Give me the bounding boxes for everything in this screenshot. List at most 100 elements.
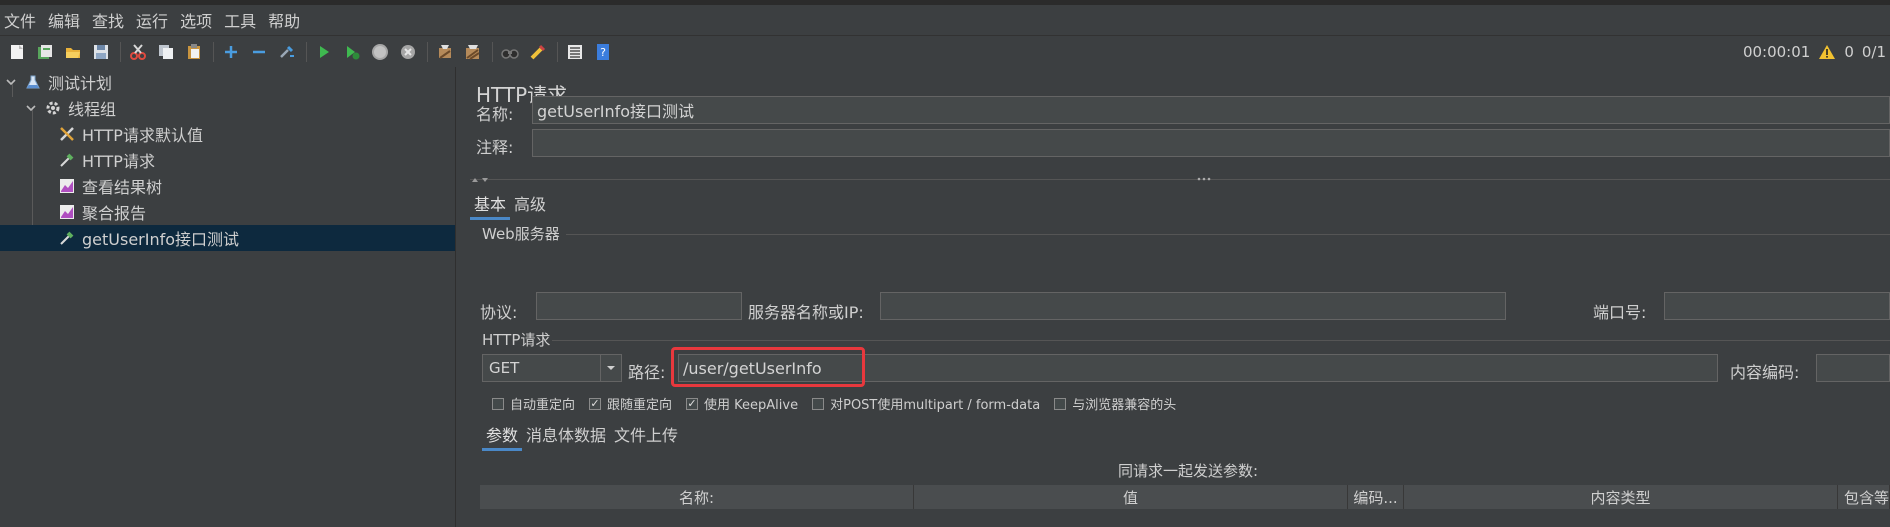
column-content-type[interactable]: 内容类型 xyxy=(1404,485,1838,509)
tree-node-aggregate-report[interactable]: 聚合报告 xyxy=(0,199,513,225)
menu-run[interactable]: 运行 xyxy=(130,8,174,32)
method-select[interactable]: GET xyxy=(482,354,622,382)
open-icon[interactable] xyxy=(62,41,84,63)
expand-icon[interactable] xyxy=(220,41,242,63)
clear-icon[interactable] xyxy=(434,41,456,63)
templates-icon[interactable] xyxy=(34,41,56,63)
menu-options[interactable]: 选项 xyxy=(174,8,218,32)
column-encode[interactable]: 编码... xyxy=(1348,485,1404,509)
port-label: 端口号: xyxy=(1593,303,1647,322)
encoding-label: 内容编码: xyxy=(1730,363,1800,382)
chevron-down-icon[interactable] xyxy=(4,75,18,89)
warning-count: 0 xyxy=(1844,42,1854,61)
warning-icon[interactable] xyxy=(1818,44,1836,60)
http-request-panel: HTTP请求 名称: getUserInfo接口测试 注释: 基本 高级 Web… xyxy=(466,67,1890,527)
listener-graph-icon xyxy=(58,203,76,221)
menu-bar: 文件 编辑 查找 运行 选项 工具 帮助 xyxy=(0,5,1890,35)
option-keepalive[interactable]: ✓ 使用 KeepAlive xyxy=(686,394,798,413)
menu-file[interactable]: 文件 xyxy=(0,8,42,32)
new-icon[interactable] xyxy=(6,41,28,63)
tree-node-label: 聚合报告 xyxy=(82,204,147,223)
tab-parameters[interactable]: 参数 xyxy=(482,420,523,451)
cut-icon[interactable] xyxy=(127,41,149,63)
tree-node-thread-group[interactable]: 线程组 xyxy=(0,95,479,121)
tree-node-view-results-tree[interactable]: 查看结果树 xyxy=(0,173,513,199)
checkbox-unchecked[interactable] xyxy=(492,397,504,410)
shutdown-icon[interactable] xyxy=(397,41,419,63)
collapse-icon[interactable] xyxy=(248,41,270,63)
chevron-down-icon[interactable] xyxy=(24,101,38,115)
body-tabs: 参数 消息体数据 文件上传 xyxy=(482,420,682,451)
drag-handle-icon[interactable] xyxy=(1196,176,1212,182)
server-input[interactable] xyxy=(880,292,1506,320)
params-caption: 同请求一起发送参数: xyxy=(1118,462,1259,480)
protocol-label: 协议: xyxy=(480,303,518,322)
name-field-value: getUserInfo接口测试 xyxy=(537,102,695,121)
copy-icon[interactable] xyxy=(155,41,177,63)
sampler-pipette-icon xyxy=(58,151,76,169)
tree-node-label: HTTP请求 xyxy=(82,152,155,171)
search-icon[interactable] xyxy=(499,41,521,63)
start-no-pause-icon[interactable] xyxy=(341,41,363,63)
checkbox-checked[interactable]: ✓ xyxy=(686,397,699,410)
test-plan-icon xyxy=(24,73,42,91)
menu-help[interactable]: 帮助 xyxy=(262,8,306,32)
status-area: 00:00:01 0 0/1 xyxy=(1743,36,1886,67)
tree-node-test-plan[interactable]: 测试计划 xyxy=(0,69,459,95)
protocol-input[interactable] xyxy=(536,292,742,320)
reset-search-icon[interactable] xyxy=(527,41,549,63)
tree-node-http-request[interactable]: HTTP请求 xyxy=(0,147,513,173)
stop-icon[interactable] xyxy=(369,41,391,63)
option-auto-redirect[interactable]: 自动重定向 xyxy=(492,394,575,413)
toolbar-separator xyxy=(213,41,214,62)
comment-label: 注释: xyxy=(476,138,514,157)
checkbox-unchecked[interactable] xyxy=(812,397,825,410)
thread-group-icon xyxy=(44,99,62,117)
port-input[interactable] xyxy=(1664,292,1890,320)
column-name[interactable]: 名称: xyxy=(480,485,914,509)
config-tools-icon xyxy=(58,125,76,143)
menu-edit[interactable]: 编辑 xyxy=(42,8,86,32)
tab-basic[interactable]: 基本 xyxy=(470,189,511,220)
tab-body-data[interactable]: 消息体数据 xyxy=(522,420,610,451)
toolbar: ? 00:00:01 0 0/1 xyxy=(0,35,1890,68)
option-multipart[interactable]: 对POST使用multipart / form-data xyxy=(812,394,1040,413)
request-options: 自动重定向 ✓ 跟随重定向 ✓ 使用 KeepAlive 对POST使用multip… xyxy=(492,394,1190,413)
toggle-icon[interactable] xyxy=(276,41,298,63)
encoding-input[interactable] xyxy=(1816,354,1890,382)
option-label: 自动重定向 xyxy=(510,398,576,413)
clear-all-icon[interactable] xyxy=(462,41,484,63)
menu-tools[interactable]: 工具 xyxy=(218,8,262,32)
tab-advanced[interactable]: 高级 xyxy=(510,189,550,220)
save-icon[interactable] xyxy=(90,41,112,63)
collapse-arrows-icon[interactable] xyxy=(470,176,490,184)
column-include-equals[interactable]: 包含等 xyxy=(1838,485,1890,509)
column-value[interactable]: 值 xyxy=(914,485,1348,509)
dropdown-arrow-icon[interactable] xyxy=(600,355,621,381)
option-label: 跟随重定向 xyxy=(607,398,673,413)
option-label: 使用 KeepAlive xyxy=(704,398,799,413)
tree-node-label: 查看结果树 xyxy=(82,178,163,197)
http-request-group-title: HTTP请求 xyxy=(482,331,551,349)
group-border xyxy=(552,340,1890,341)
name-field[interactable]: getUserInfo接口测试 xyxy=(532,96,1890,124)
web-server-group-title: Web服务器 xyxy=(482,225,560,243)
help-icon[interactable]: ? xyxy=(592,41,614,63)
tree-node-http-defaults[interactable]: HTTP请求默认值 xyxy=(0,121,513,147)
section-divider[interactable] xyxy=(470,176,1890,186)
tree-node-getuserinfo[interactable]: getUserInfo接口测试 xyxy=(0,225,513,251)
paste-icon[interactable] xyxy=(183,41,205,63)
group-border xyxy=(566,234,1890,235)
tab-file-upload[interactable]: 文件上传 xyxy=(610,420,682,451)
option-browser-headers[interactable]: 与浏览器兼容的头 xyxy=(1054,394,1176,413)
path-label: 路径: xyxy=(628,363,666,382)
option-follow-redirect[interactable]: ✓ 跟随重定向 xyxy=(589,394,672,413)
menu-search[interactable]: 查找 xyxy=(86,8,130,32)
toolbar-separator xyxy=(557,41,558,62)
option-label: 对POST使用multipart / form-data xyxy=(830,398,1041,413)
checkbox-unchecked[interactable] xyxy=(1054,397,1067,410)
function-helper-icon[interactable] xyxy=(564,41,586,63)
comment-field[interactable] xyxy=(532,129,1890,157)
checkbox-checked[interactable]: ✓ xyxy=(589,397,602,410)
start-icon[interactable] xyxy=(313,41,335,63)
